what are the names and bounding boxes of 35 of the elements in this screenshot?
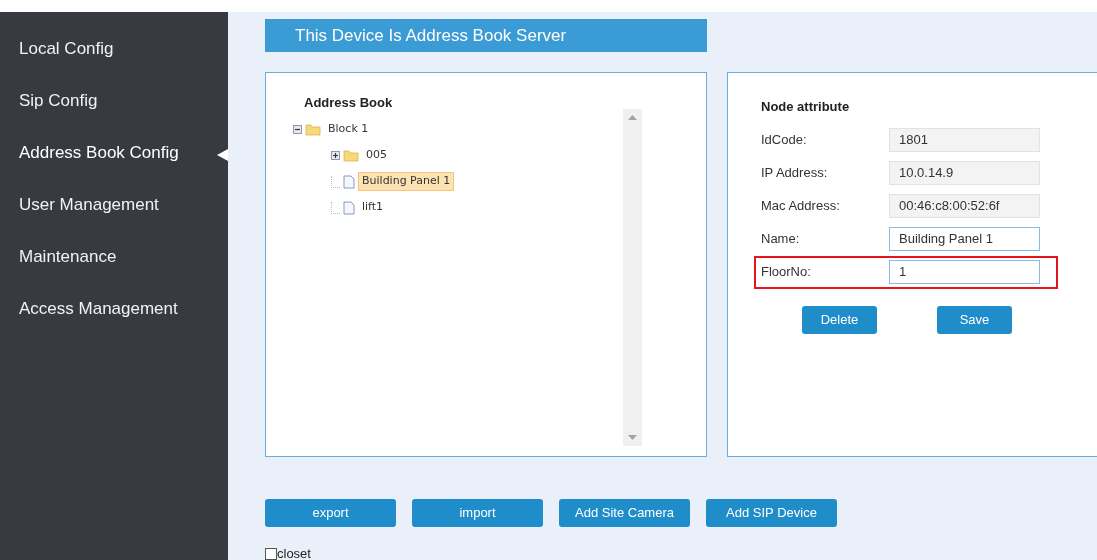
pointer-icon (217, 149, 228, 161)
document-icon (343, 174, 355, 189)
field-label: IdCode: (760, 131, 808, 150)
tree-node[interactable]: Building Panel 1 (358, 172, 455, 191)
field-label: Name: (760, 230, 801, 249)
sidebar-item[interactable]: Sip Config (19, 88, 98, 114)
sidebar-item[interactable]: Local Config (19, 36, 114, 62)
expand-icon[interactable] (331, 151, 340, 160)
document-icon (343, 200, 355, 215)
checkbox-label: closet (277, 547, 311, 560)
folder-icon (305, 123, 321, 136)
panel-title: Address Book (304, 94, 394, 112)
checkbox[interactable] (265, 548, 277, 560)
action-button[interactable]: export (265, 499, 396, 527)
tree-node[interactable]: Block 1 (324, 120, 373, 139)
sidebar-item[interactable]: Maintenance (19, 244, 117, 270)
sidebar-item[interactable]: Access Management (19, 296, 178, 322)
action-button[interactable]: Add SIP Device (706, 499, 837, 527)
header-bar: This Device Is Address Book Server (265, 19, 707, 52)
tree-node[interactable]: 005 (362, 146, 391, 165)
field-label: Mac Address: (760, 197, 841, 216)
action-button[interactable]: Add Site Camera (559, 499, 690, 527)
folder-icon (343, 149, 359, 162)
input-field[interactable]: 1 (889, 260, 1040, 284)
sidebar-item[interactable]: Address Book Config (19, 140, 179, 166)
action-button[interactable]: Save (937, 305, 1012, 334)
field-label: FloorNo: (760, 263, 812, 282)
action-button[interactable]: Delete (802, 305, 877, 334)
sidebar-item[interactable]: User Management (19, 192, 159, 218)
collapse-icon[interactable] (293, 125, 302, 134)
action-button[interactable]: import (412, 499, 543, 527)
input-field[interactable]: Building Panel 1 (889, 227, 1040, 251)
tree-node[interactable]: lift1 (358, 198, 388, 217)
panel-title: Node attribute (761, 98, 851, 116)
field-label: IP Address: (760, 164, 829, 183)
